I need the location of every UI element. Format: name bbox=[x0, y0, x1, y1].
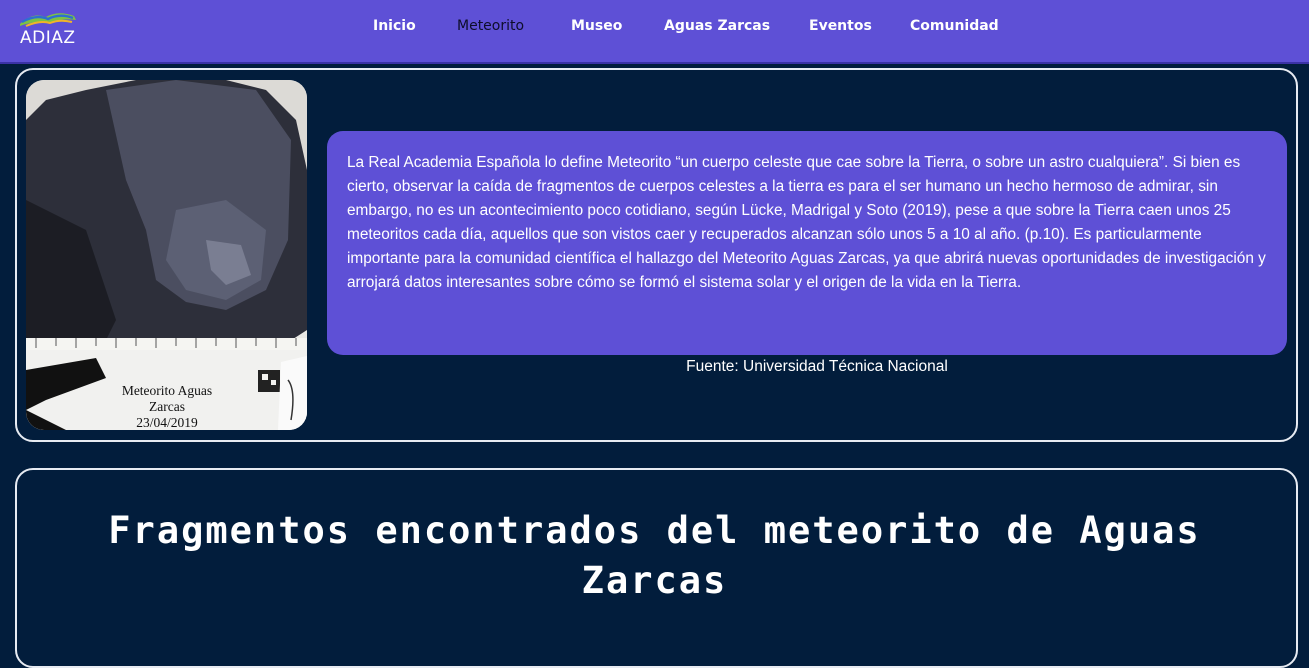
fragments-title: Fragmentos encontrados del meteorito de … bbox=[108, 509, 1201, 602]
quote-text: La Real Academia Española lo define Mete… bbox=[347, 154, 1266, 291]
top-navbar: ADIAZ Inicio Meteorito Museo Aguas Zarca… bbox=[0, 0, 1309, 64]
nav-aguas-zarcas[interactable]: Aguas Zarcas bbox=[664, 18, 770, 34]
nav-comunidad[interactable]: Comunidad bbox=[910, 18, 999, 34]
meteorite-image bbox=[26, 80, 307, 430]
main-nav: Inicio Meteorito Museo Aguas Zarcas Even… bbox=[0, 18, 1309, 42]
photo-caption-line-1: Meteorito Aguas Zarcas bbox=[121, 383, 213, 414]
nav-museo[interactable]: Museo bbox=[571, 18, 622, 34]
meteorite-photo bbox=[26, 80, 307, 430]
nav-inicio[interactable]: Inicio bbox=[373, 18, 416, 34]
nav-eventos[interactable]: Eventos bbox=[809, 18, 872, 34]
nav-meteorito[interactable]: Meteorito bbox=[457, 18, 524, 34]
photo-caption: Meteorito Aguas Zarcas 23/04/2019 bbox=[104, 383, 230, 431]
photo-caption-line-2: 23/04/2019 bbox=[136, 415, 198, 430]
quote-box: La Real Academia Española lo define Mete… bbox=[327, 131, 1287, 355]
source-text: Fuente: Universidad Técnica Nacional bbox=[686, 358, 948, 375]
